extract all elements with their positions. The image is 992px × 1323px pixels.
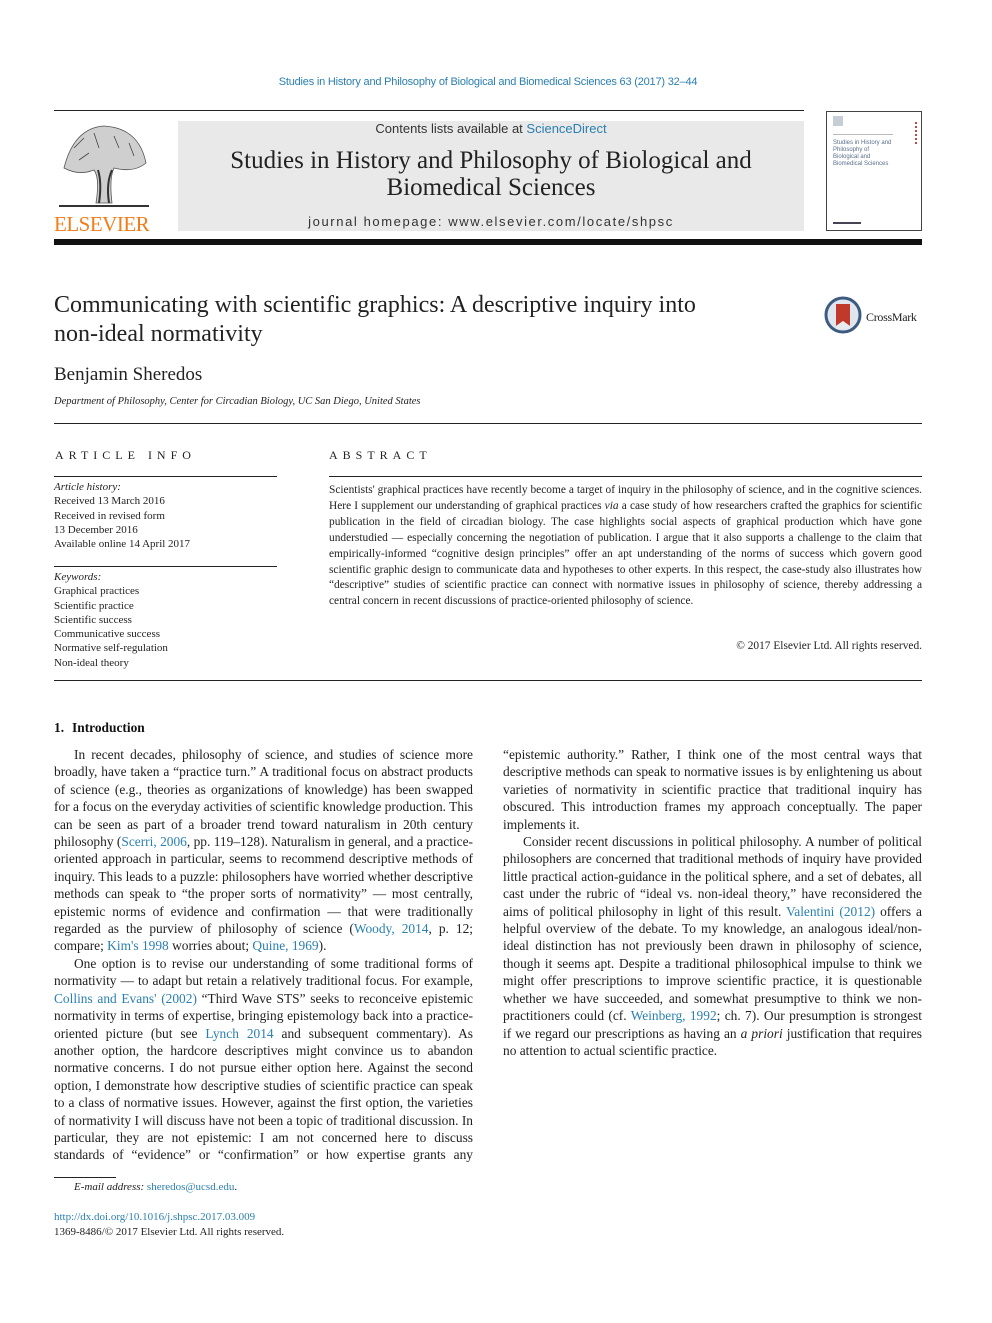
keyword-item: Scientific success: [54, 613, 132, 626]
article-info-heading: ARTICLE INFO: [55, 448, 196, 462]
section-number: 1.: [54, 720, 65, 735]
keyword-item: Graphical practices: [54, 585, 140, 598]
contents-prefix: Contents lists available at: [375, 121, 527, 136]
crossmark-icon: [824, 296, 862, 339]
citation-link[interactable]: Valentini (2012): [786, 904, 875, 919]
journal-cover-thumbnail[interactable]: Studies in History and Philosophy of Bio…: [826, 111, 922, 231]
citation-link[interactable]: Weinberg, 1992: [631, 1008, 717, 1023]
history-item: Received 13 March 2016: [54, 495, 165, 508]
email-label: E-mail address:: [74, 1181, 145, 1193]
cover-footer-mark: [833, 222, 861, 224]
article-title-line-1: Communicating with scientific graphics: …: [54, 292, 696, 318]
abstract-heading: ABSTRACT: [329, 448, 432, 462]
keyword-item: Normative self-regulation: [54, 642, 168, 655]
text-run: One option is to revise our understandin…: [54, 955, 473, 989]
history-item: Available online 14 April 2017: [54, 538, 191, 551]
journal-title-line-2: Biomedical Sciences: [386, 174, 596, 201]
abstract-part: a case study of how researchers crafted …: [329, 499, 923, 608]
emphasis: a priori: [740, 1025, 783, 1041]
keywords: Keywords: Graphical practices Scientific…: [54, 570, 168, 670]
article-title-line-2: non-ideal normativity: [54, 321, 263, 347]
abstract-copyright: © 2017 Elsevier Ltd. All rights reserved…: [736, 640, 922, 652]
abstract-text: Scientists' graphical practices have rec…: [329, 483, 922, 610]
citation-link[interactable]: Collins and Evans' (2002): [54, 991, 197, 1006]
email-link[interactable]: sheredos@ucsd.edu: [147, 1181, 234, 1193]
citation-link[interactable]: Kim's 1998: [107, 938, 169, 953]
section-heading-introduction: 1. Introduction: [54, 720, 145, 736]
citation-link[interactable]: Lynch 2014: [205, 1026, 273, 1041]
cover-accent: [915, 122, 917, 144]
author-affiliation: Department of Philosophy, Center for Cir…: [54, 396, 421, 407]
section-title: Introduction: [72, 720, 145, 735]
body-text: In recent decades, philosophy of science…: [54, 746, 922, 1174]
journal-title-line-1: Studies in History and Philosophy of Bio…: [230, 147, 752, 174]
article-history-label: Article history:: [54, 481, 121, 493]
body-paragraph: Consider recent discussions in political…: [503, 833, 922, 1059]
history-item: Received in revised form: [54, 509, 165, 522]
sciencedirect-link[interactable]: ScienceDirect: [526, 121, 606, 136]
text-run: offers a helpful overview of the debate.…: [503, 903, 922, 1024]
footnote-rule: [54, 1177, 116, 1178]
journal-citation-link[interactable]: Studies in History and Philosophy of Bio…: [0, 76, 976, 88]
author-name: Benjamin Sheredos: [54, 364, 203, 385]
keyword-item: Non-ideal theory: [54, 656, 129, 669]
text-run: worries about;: [168, 938, 253, 954]
cover-rule: [833, 134, 893, 135]
header-rule: [54, 110, 804, 111]
citation-link[interactable]: Woody, 2014: [354, 921, 429, 936]
keywords-rule: [54, 566, 277, 567]
article-title: Communicating with scientific graphics: …: [54, 291, 814, 349]
citation-link[interactable]: Scerri, 2006: [121, 834, 187, 849]
abstract-bottom-rule: [54, 680, 922, 681]
title-bottom-rule: [54, 423, 922, 424]
crossmark-label: CrossMark: [866, 310, 917, 324]
doi-link[interactable]: http://dx.doi.org/10.1016/j.shpsc.2017.0…: [54, 1211, 255, 1223]
citation-link[interactable]: Quine, 1969: [252, 938, 318, 953]
keyword-item: Scientific practice: [54, 599, 134, 612]
history-item: 13 December 2016: [54, 523, 138, 536]
body-paragraph: In recent decades, philosophy of science…: [54, 746, 473, 955]
footnote-email: E-mail address: sheredos@ucsd.edu.: [74, 1181, 237, 1193]
keywords-label: Keywords:: [54, 571, 102, 583]
article-history: Article history: Received 13 March 2016 …: [54, 480, 190, 551]
contents-line: Contents lists available at ScienceDirec…: [178, 121, 804, 139]
journal-title: Studies in History and Philosophy of Bio…: [178, 147, 804, 201]
text-run: ).: [318, 938, 327, 954]
cover-title: Studies in History and Philosophy of Bio…: [833, 140, 892, 167]
keyword-item: Communicative success: [54, 628, 161, 641]
elsevier-wordmark: ELSEVIER: [54, 212, 150, 236]
journal-masthead: Contents lists available at ScienceDirec…: [178, 121, 804, 231]
article-info-rule: [54, 476, 277, 477]
abstract-rule: [329, 476, 922, 477]
cover-logo: [833, 116, 843, 126]
issn-copyright: 1369-8486/© 2017 Elsevier Ltd. All right…: [54, 1226, 285, 1238]
abstract-emphasis: via: [604, 499, 619, 512]
email-suffix: .: [234, 1181, 238, 1193]
crossmark-button[interactable]: CrossMark: [824, 296, 917, 339]
masthead-thick-rule: [54, 239, 922, 245]
journal-homepage[interactable]: journal homepage: www.elsevier.com/locat…: [178, 214, 804, 229]
